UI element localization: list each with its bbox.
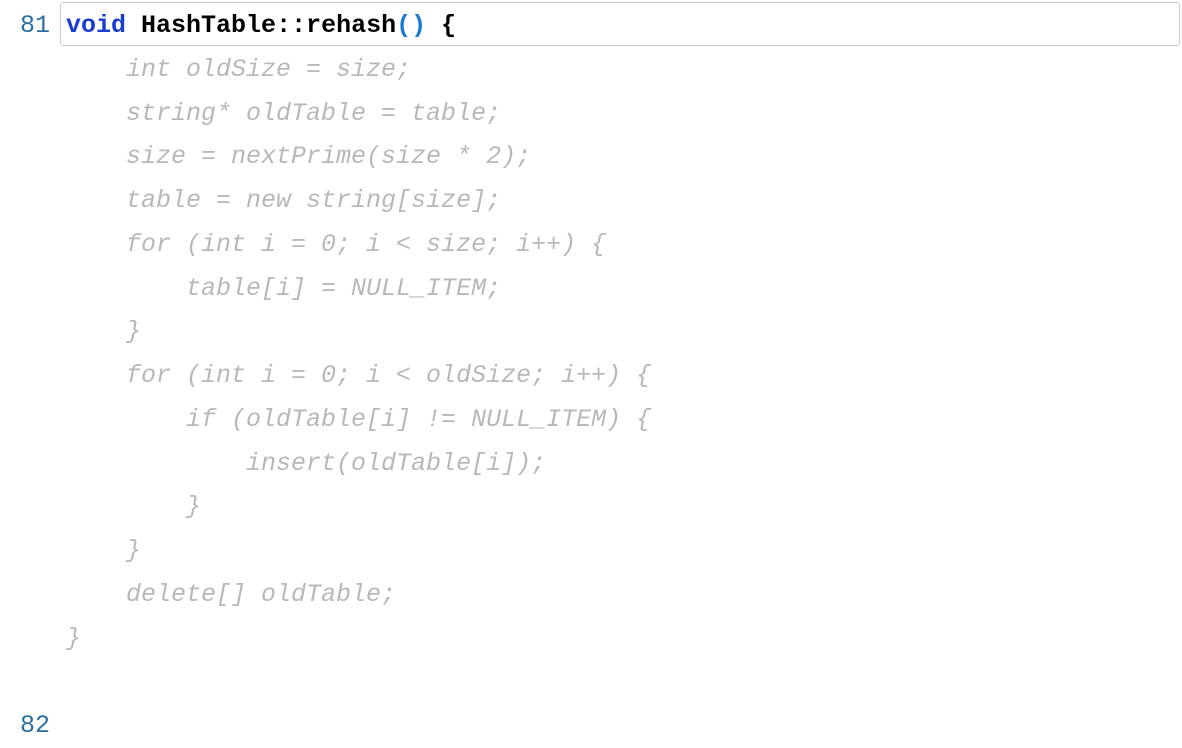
token-lbrace: { [441,11,456,40]
line-number [0,398,50,442]
ghost-suggestion-line: size = nextPrime(size * 2); [66,135,1182,179]
code-area[interactable]: void HashTable::rehash() { int oldSize =… [60,0,1182,742]
line-number [0,354,50,398]
line-number [0,135,50,179]
token-class-name: HashTable [141,11,276,40]
ghost-suggestion-line: delete[] oldTable; [66,573,1182,617]
ghost-suggestion-line: } [66,310,1182,354]
ghost-suggestion-line: insert(oldTable[i]); [66,442,1182,486]
line-number-gutter: 81 82 [0,0,60,742]
token-lparen: ( [396,11,411,40]
ghost-suggestion-line: } [66,529,1182,573]
ghost-suggestion-line: for (int i = 0; i < size; i++) { [66,223,1182,267]
token-function-name: rehash [306,11,396,40]
line-number [0,179,50,223]
line-number [0,267,50,311]
token-keyword-void: void [66,11,126,40]
line-number [0,485,50,529]
ghost-suggestion-line: int oldSize = size; [66,48,1182,92]
token-rparen: ) [411,11,426,40]
line-number [0,92,50,136]
line-number [0,529,50,573]
ghost-suggestion-line: table[i] = NULL_ITEM; [66,267,1182,311]
ghost-suggestion-line: } [66,617,1182,661]
line-number [0,573,50,617]
ghost-suggestion-line: table = new string[size]; [66,179,1182,223]
line-number: 81 [0,4,50,48]
ghost-suggestion-line: } [66,485,1182,529]
token-space [126,11,141,40]
line-number [0,617,50,661]
line-number [0,48,50,92]
code-editor: 81 82 void HashTable::rehash() { int old… [0,0,1182,742]
token-scope-op: :: [276,11,306,40]
token-space [426,11,441,40]
line-number [0,660,50,704]
line-number [0,442,50,486]
ghost-suggestion-line: if (oldTable[i] != NULL_ITEM) { [66,398,1182,442]
line-number [0,310,50,354]
ghost-suggestion-line: for (int i = 0; i < oldSize; i++) { [66,354,1182,398]
ghost-suggestion-line: string* oldTable = table; [66,92,1182,136]
line-number [0,223,50,267]
code-line-signature: void HashTable::rehash() { [66,4,1182,48]
line-number: 82 [0,704,50,748]
